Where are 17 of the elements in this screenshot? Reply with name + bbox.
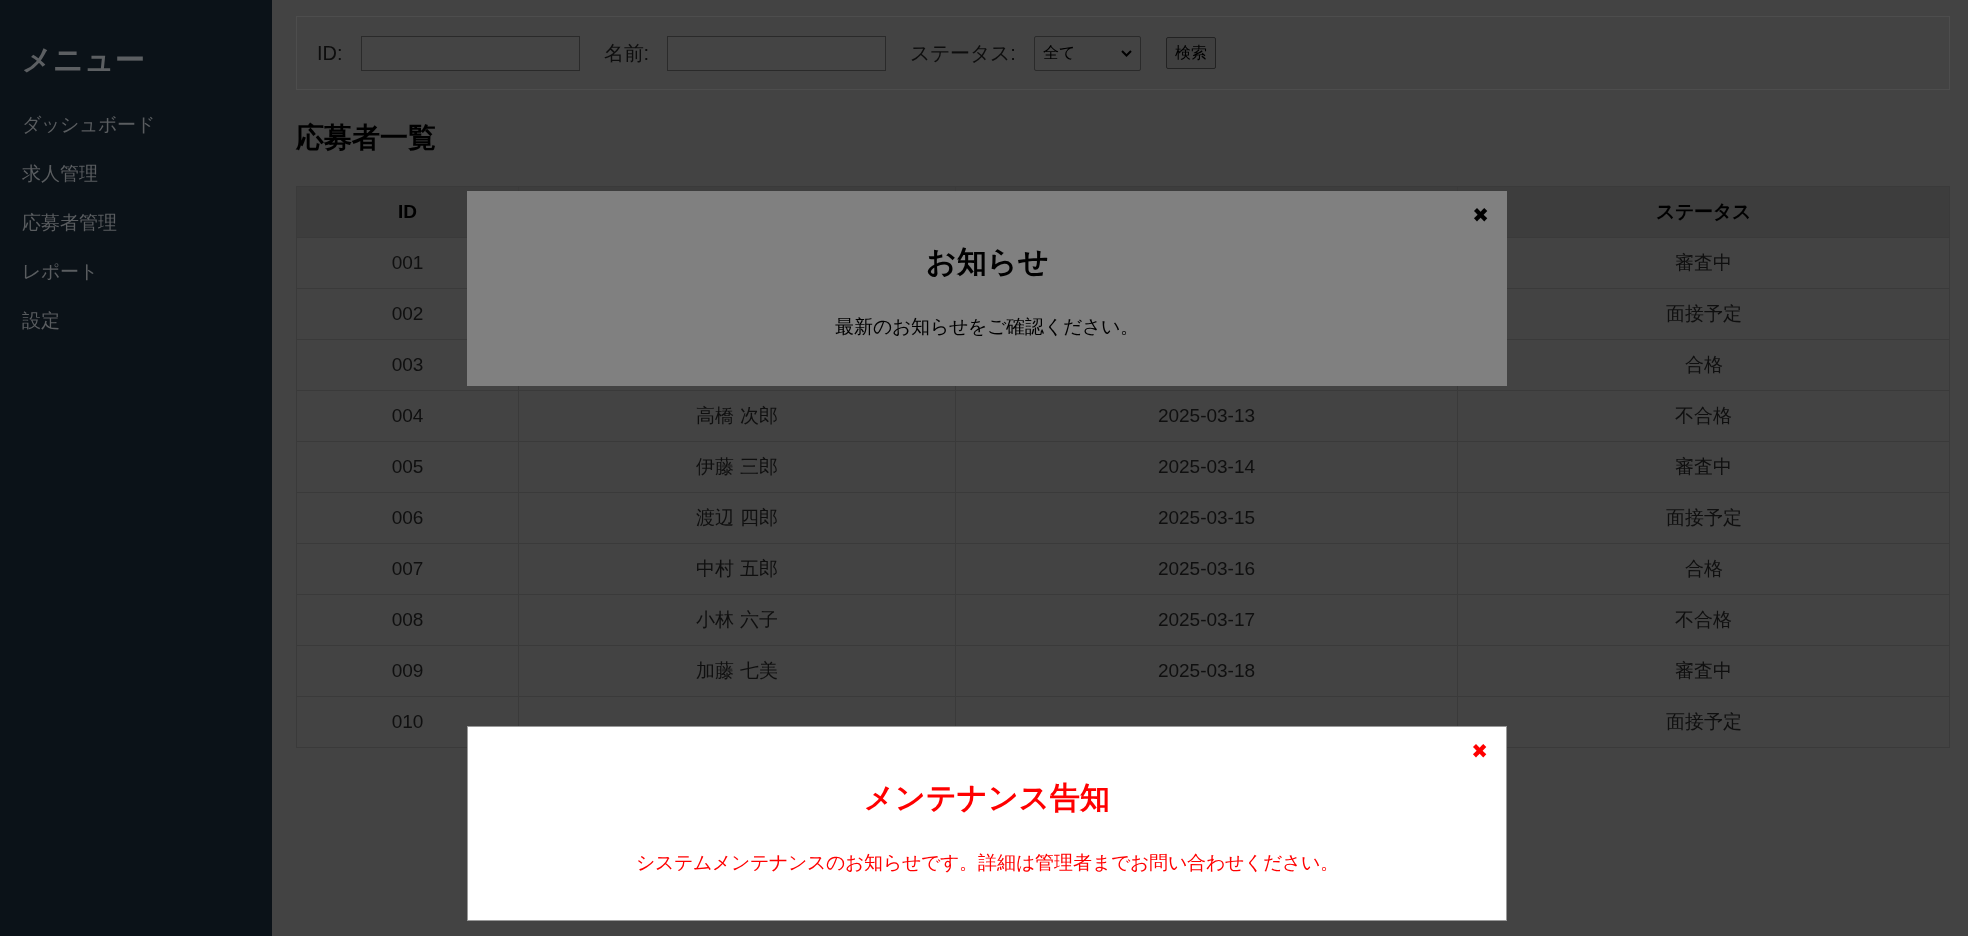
search-button[interactable]: 検索 xyxy=(1165,37,1216,69)
modal-title: お知らせ xyxy=(924,244,1050,280)
modal-title: メンテナンス告知 xyxy=(863,780,1111,816)
sidebar-item[interactable]: 応募者管理 xyxy=(22,211,117,235)
id-field[interactable] xyxy=(360,35,580,71)
caret-icon xyxy=(1120,49,1132,57)
sidebar-item[interactable]: 求人管理 xyxy=(22,162,98,186)
modal-message: 最新のお知らせをご確認ください。 xyxy=(834,315,1140,339)
sidebar-item[interactable]: レポート xyxy=(22,260,98,284)
close-button[interactable]: ✖ xyxy=(1472,205,1489,225)
name-field[interactable] xyxy=(667,35,887,71)
page-heading: 応募者一覧 xyxy=(296,122,437,154)
status-dropdown[interactable]: 全て xyxy=(1033,35,1141,71)
sidebar-title: メニュー xyxy=(22,42,145,78)
sidebar-item[interactable]: ダッシュボード xyxy=(22,113,155,137)
sidebar-item[interactable]: 設定 xyxy=(22,309,60,333)
modal-message: システムメンテナンスのお知らせです。詳細は管理者までお問い合わせください。 xyxy=(634,851,1340,875)
